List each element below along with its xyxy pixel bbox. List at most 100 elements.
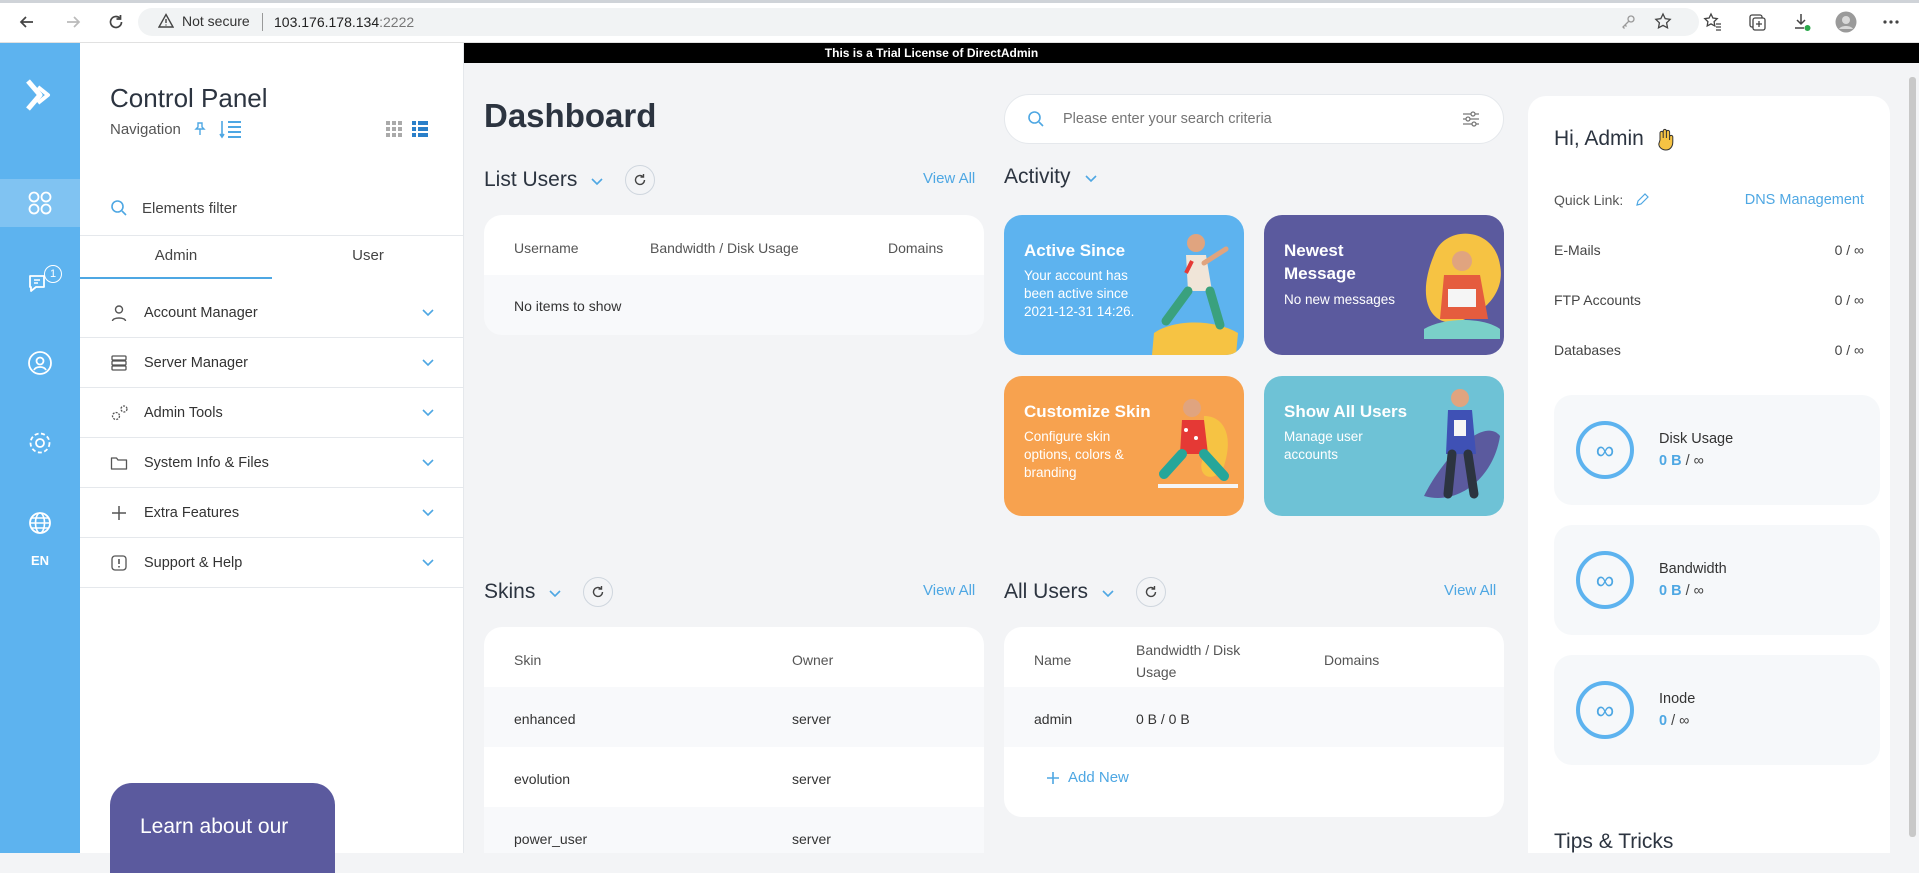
menu-label: Admin Tools (144, 404, 223, 421)
elements-filter[interactable]: Elements filter (110, 199, 440, 217)
refresh-icon (1144, 585, 1158, 599)
column-header[interactable]: Username (514, 240, 579, 256)
scrollbar-thumb[interactable] (1909, 77, 1916, 837)
list-users-header: List Users (484, 165, 656, 195)
all-users-table: Name Bandwidth / Disk Usage Domains admi… (1004, 627, 1504, 817)
running-person-illustration (1152, 234, 1238, 355)
refresh-icon (591, 585, 605, 599)
refresh-button[interactable] (583, 577, 614, 607)
add-new-label: Add New (1068, 769, 1129, 786)
tile-active-since[interactable]: Active Since Your account has been activ… (1004, 215, 1244, 355)
menu-extra-features[interactable]: Extra Features (80, 488, 464, 538)
user-name: admin (1034, 711, 1073, 727)
standing-person-illustration (1424, 389, 1500, 499)
chevron-down-icon[interactable] (549, 580, 561, 604)
all-users-view-all[interactable]: View All (1444, 582, 1496, 599)
filter-sliders-icon[interactable] (1461, 109, 1481, 129)
tile-customize-skin[interactable]: Customize Skin Configure skin options, c… (1004, 376, 1244, 516)
usage-value: 0 / ∞ (1659, 713, 1690, 729)
menu-admin-tools[interactable]: Admin Tools (80, 388, 464, 438)
skins-table: Skin Owner enhanced server evolution ser… (484, 627, 984, 853)
add-new-button[interactable]: Add New (1046, 769, 1129, 786)
dns-management-link[interactable]: DNS Management (1745, 192, 1864, 208)
column-header[interactable]: Owner (792, 652, 833, 668)
rail-settings[interactable] (0, 419, 80, 467)
tab-user[interactable]: User (272, 236, 464, 279)
language-label[interactable]: EN (0, 553, 80, 568)
favorite-add-button[interactable] (1653, 11, 1675, 33)
rail-messages[interactable]: 1 (0, 259, 80, 307)
profile-button[interactable] (1835, 11, 1857, 33)
collections-icon (1747, 12, 1767, 32)
learn-promo-card[interactable]: Learn about our (110, 783, 335, 873)
skin-owner: server (792, 831, 831, 847)
nav-tabs: Admin User (80, 235, 464, 279)
not-secure-label: Not secure (182, 13, 250, 29)
all-users-title: All Users (1004, 580, 1089, 603)
refresh-button[interactable] (1136, 577, 1167, 607)
sort-list-icon[interactable] (219, 119, 243, 139)
table-row[interactable] (1004, 687, 1504, 747)
column-header[interactable]: Bandwidth / Disk Usage (650, 240, 799, 256)
chevron-down-icon[interactable] (1102, 580, 1114, 604)
list-users-view-all[interactable]: View All (923, 170, 975, 187)
column-header[interactable]: Name (1034, 652, 1071, 668)
tile-text: Your account has been active since 2021-… (1024, 268, 1135, 319)
column-header[interactable]: Domains (888, 240, 943, 256)
usage-card-inode[interactable]: ∞ Inode 0 / ∞ (1554, 655, 1880, 765)
directadmin-logo[interactable] (20, 75, 60, 115)
stat-databases: Databases 0 / ∞ (1554, 342, 1864, 358)
menu-account-manager[interactable]: Account Manager (80, 288, 464, 338)
navigation-panel: Control Panel Navigation Elements filter… (80, 43, 464, 873)
list-view-icon[interactable] (412, 121, 428, 137)
reading-person-illustration (1424, 233, 1501, 339)
menu-support-help[interactable]: Support & Help (80, 538, 464, 588)
url-text[interactable]: 103.176.178.134:2222 (274, 14, 414, 30)
pencil-icon[interactable] (1635, 193, 1650, 207)
page-scrollbar[interactable] (1906, 63, 1919, 853)
tips-title: Tips & Tricks (1554, 830, 1674, 853)
usage-label: Inode (1659, 691, 1696, 707)
menu-server-manager[interactable]: Server Manager (80, 338, 464, 388)
arrow-right-icon (64, 13, 82, 31)
forward-button[interactable] (60, 9, 86, 35)
rail-dashboard[interactable] (0, 179, 80, 227)
favorites-button[interactable] (1702, 11, 1724, 33)
key-button[interactable] (1617, 11, 1639, 33)
warning-icon (158, 13, 174, 29)
quick-link-label: Quick Link: (1554, 192, 1624, 208)
more-dots-icon (1882, 19, 1900, 25)
security-indicator[interactable]: Not secure (158, 13, 250, 29)
skin-name: enhanced (514, 711, 576, 727)
menu-system-info[interactable]: System Info & Files (80, 438, 464, 488)
chevron-down-icon (422, 455, 434, 471)
column-header[interactable]: Bandwidth / Disk Usage (1136, 639, 1266, 683)
tile-newest-message[interactable]: Newest Message No new messages (1264, 215, 1504, 355)
chevron-down-icon (422, 305, 434, 321)
collections-button[interactable] (1746, 11, 1768, 33)
user-usage: 0 B / 0 B (1136, 711, 1190, 727)
menu-label: System Info & Files (144, 454, 269, 471)
settings-more-button[interactable] (1880, 11, 1902, 33)
back-button[interactable] (14, 9, 40, 35)
column-header[interactable]: Skin (514, 652, 541, 668)
search-input[interactable] (1063, 111, 1443, 127)
usage-card-disk[interactable]: ∞ Disk Usage 0 B / ∞ (1554, 395, 1880, 505)
skins-view-all[interactable]: View All (923, 582, 975, 599)
refresh-button[interactable] (625, 165, 656, 195)
column-header[interactable]: Domains (1324, 652, 1379, 668)
tile-show-all-users[interactable]: Show All Users Manage user accounts (1264, 376, 1504, 516)
chevron-down-icon[interactable] (591, 168, 603, 192)
icon-rail: 1 EN (0, 43, 80, 853)
downloads-button[interactable] (1791, 11, 1813, 33)
skin-owner: server (792, 771, 831, 787)
pin-icon[interactable] (193, 122, 207, 136)
grid-view-icon[interactable] (386, 121, 402, 137)
chevron-down-icon[interactable] (1084, 165, 1097, 189)
reload-button[interactable] (103, 9, 129, 35)
rail-language[interactable] (0, 499, 80, 547)
rail-account[interactable] (0, 339, 80, 387)
tile-text: No new messages (1284, 292, 1396, 307)
usage-card-bandwidth[interactable]: ∞ Bandwidth 0 B / ∞ (1554, 525, 1880, 635)
tab-admin[interactable]: Admin (80, 236, 272, 279)
